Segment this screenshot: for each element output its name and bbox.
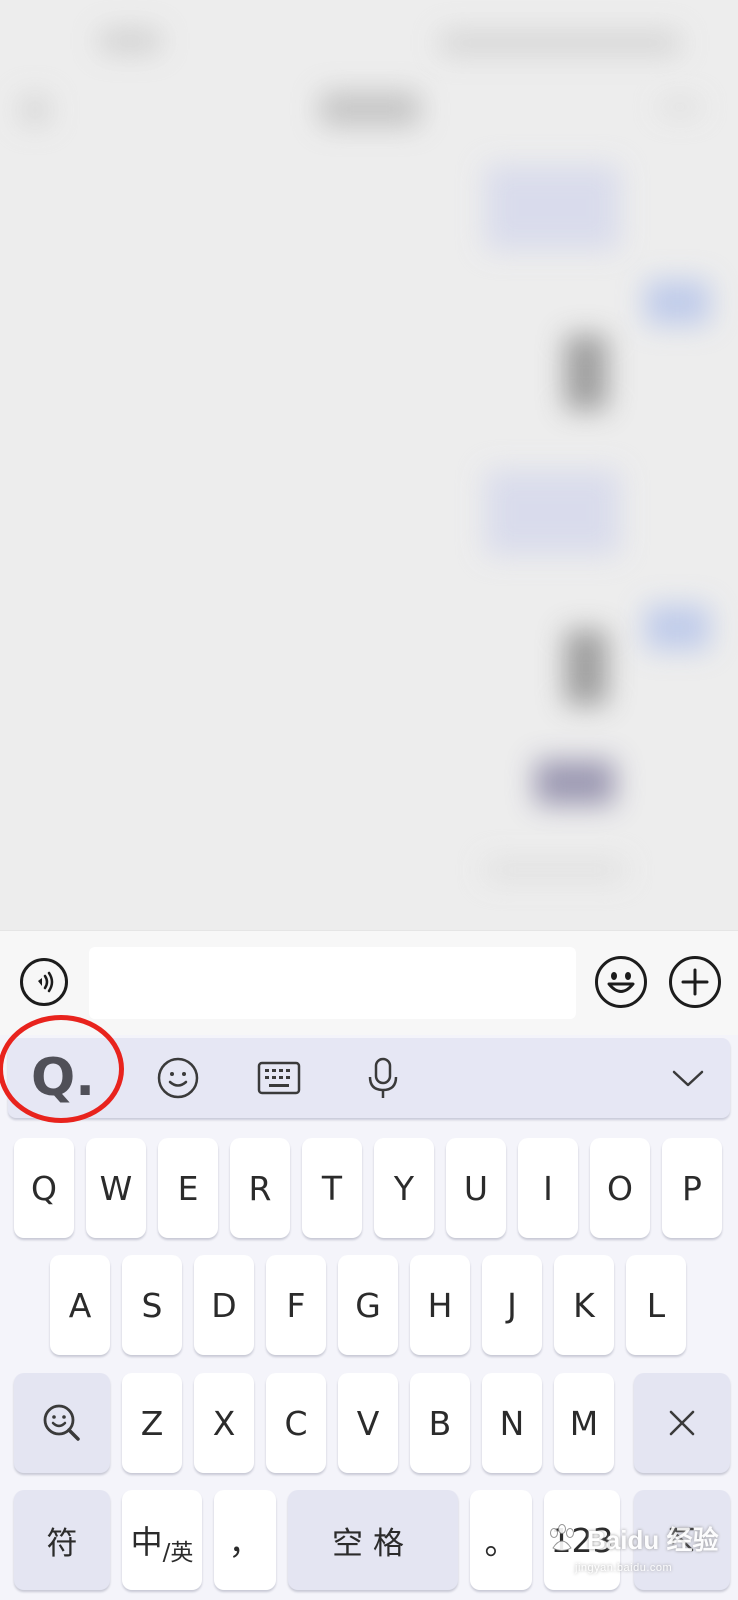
- enter-key[interactable]: [634, 1490, 730, 1590]
- toolbar-voice-button[interactable]: [348, 1038, 418, 1118]
- symbols-key-label: 符: [46, 1525, 78, 1562]
- keyboard-icon: [257, 1061, 301, 1095]
- chevron-down-icon: [672, 1070, 704, 1087]
- key-h[interactable]: H: [410, 1255, 470, 1355]
- key-c[interactable]: C: [266, 1373, 326, 1473]
- avatar-blurred: [645, 280, 710, 325]
- key-n[interactable]: N: [482, 1373, 542, 1473]
- more-options-button[interactable]: [669, 956, 721, 1008]
- key-f[interactable]: F: [266, 1255, 326, 1355]
- message-input-bar: [0, 930, 738, 1035]
- avatar-blurred: [645, 605, 710, 650]
- search-key[interactable]: [14, 1373, 110, 1473]
- key-b[interactable]: B: [410, 1373, 470, 1473]
- status-bar-time-blurred: [100, 30, 160, 52]
- collapse-keyboard-button[interactable]: [653, 1038, 723, 1118]
- message-bubble-blurred: [485, 165, 620, 250]
- delete-key[interactable]: [634, 1373, 730, 1473]
- key-z[interactable]: Z: [122, 1373, 182, 1473]
- plus-circle-icon: [681, 968, 709, 996]
- microphone-icon: [368, 1057, 398, 1098]
- lang-sub-label: /英: [162, 1540, 194, 1566]
- key-i[interactable]: I: [518, 1138, 578, 1238]
- key-k[interactable]: K: [554, 1255, 614, 1355]
- key-s[interactable]: S: [122, 1255, 182, 1355]
- key-e[interactable]: E: [158, 1138, 218, 1238]
- key-m[interactable]: M: [554, 1373, 614, 1473]
- chat-background: [0, 0, 738, 930]
- numbers-key[interactable]: 123: [544, 1490, 620, 1590]
- ime-logo-button[interactable]: Q.: [28, 1038, 98, 1118]
- key-j[interactable]: J: [482, 1255, 542, 1355]
- space-key[interactable]: 空格: [288, 1490, 458, 1590]
- status-bar-icons-blurred: [440, 32, 680, 54]
- message-bubble-blurred: [485, 470, 620, 555]
- voice-input-button[interactable]: [20, 958, 68, 1006]
- key-t[interactable]: T: [302, 1138, 362, 1238]
- smiley-icon: [607, 972, 635, 993]
- message-input[interactable]: [89, 947, 576, 1019]
- key-o[interactable]: O: [590, 1138, 650, 1238]
- image-message-blurred: [535, 760, 615, 805]
- more-button-blurred: [660, 100, 700, 114]
- smiley-search-icon: [43, 1404, 80, 1441]
- keyboard-toolbar: Q.: [8, 1038, 730, 1118]
- key-a[interactable]: A: [50, 1255, 110, 1355]
- period-key[interactable]: 。: [470, 1490, 532, 1590]
- key-x[interactable]: X: [194, 1373, 254, 1473]
- sticker-blurred: [565, 630, 607, 705]
- key-l[interactable]: L: [626, 1255, 686, 1355]
- enter-arrow-icon: [669, 1527, 695, 1552]
- key-y[interactable]: Y: [374, 1138, 434, 1238]
- key-v[interactable]: V: [338, 1373, 398, 1473]
- emoji-icon: [157, 1057, 199, 1099]
- key-w[interactable]: W: [86, 1138, 146, 1238]
- chat-title-blurred: [320, 92, 420, 126]
- delete-x-icon: [669, 1410, 695, 1436]
- language-toggle-key[interactable]: 中/英: [122, 1490, 202, 1590]
- ime-logo: Q.: [31, 1048, 95, 1108]
- sticker-blurred: [565, 335, 607, 410]
- space-key-label: 空格: [332, 1525, 414, 1562]
- key-u[interactable]: U: [446, 1138, 506, 1238]
- message-bubble-blurred: [485, 860, 625, 880]
- voice-wave-icon: [38, 971, 54, 993]
- toolbar-keyboard-button[interactable]: [244, 1038, 314, 1118]
- key-r[interactable]: R: [230, 1138, 290, 1238]
- key-d[interactable]: D: [194, 1255, 254, 1355]
- key-q[interactable]: Q: [14, 1138, 74, 1238]
- emoji-button[interactable]: [595, 956, 647, 1008]
- back-button-blurred: [20, 95, 50, 125]
- symbols-key[interactable]: 符: [14, 1490, 110, 1590]
- key-p[interactable]: P: [662, 1138, 722, 1238]
- comma-key[interactable]: ，: [214, 1490, 276, 1590]
- lang-main-label: 中: [130, 1523, 163, 1561]
- toolbar-emoji-button[interactable]: [143, 1038, 213, 1118]
- key-g[interactable]: G: [338, 1255, 398, 1355]
